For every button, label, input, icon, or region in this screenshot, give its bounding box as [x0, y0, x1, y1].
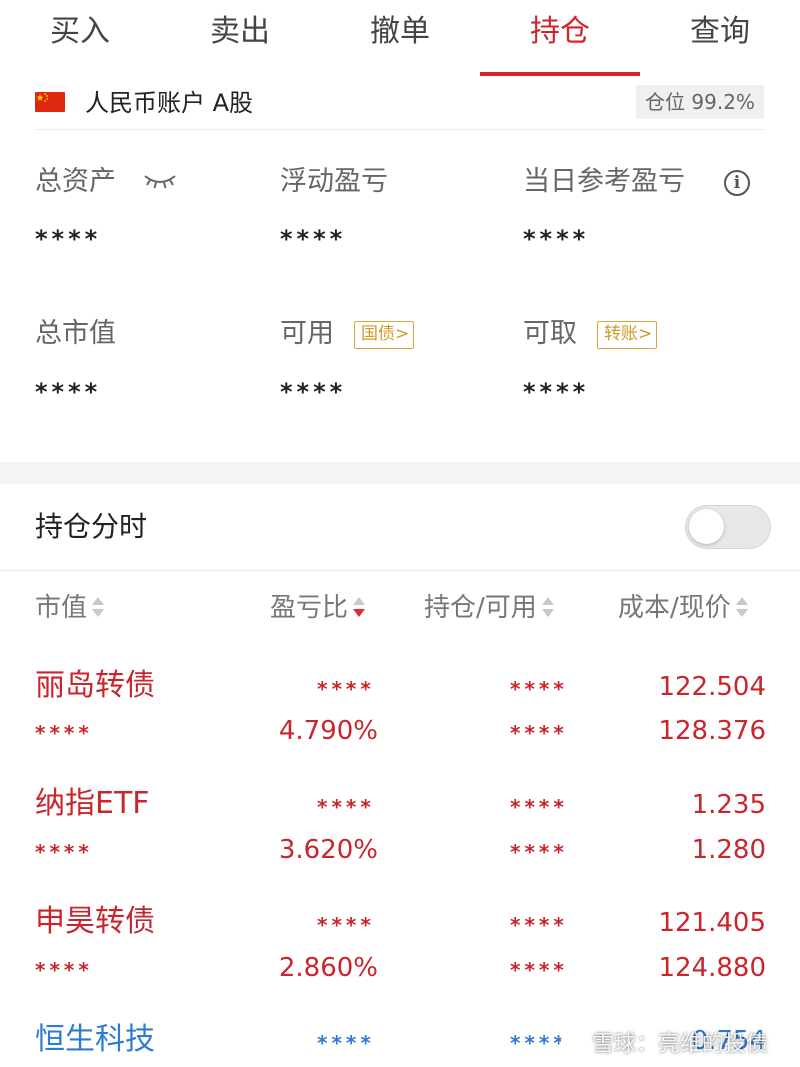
column-pnl-ratio[interactable]: 盈亏比	[270, 590, 366, 626]
watermark: 雪球：亮维的投债	[560, 1022, 768, 1062]
holding-cost: 122.504	[658, 672, 766, 702]
holding-pnl: ****	[317, 677, 375, 701]
holding-name: 纳指ETF	[35, 786, 150, 821]
treasury-bond-link[interactable]: 国债>	[354, 321, 415, 349]
holding-name: 丽岛转债	[35, 668, 155, 703]
market-value-value: ****	[35, 378, 102, 406]
transfer-link[interactable]: 转账>	[597, 321, 658, 349]
market-value-label: 总市值	[35, 318, 116, 349]
tab-buy[interactable]: 买入	[0, 0, 160, 76]
sort-icon	[735, 596, 749, 620]
account-selector[interactable]: 人民币账户 A股 仓位 99.2%	[0, 76, 800, 130]
tab-sell[interactable]: 卖出	[160, 0, 320, 76]
holding-pnl-ratio: 4.790%	[278, 716, 378, 746]
holding-position: ****	[510, 677, 568, 701]
china-flag-icon	[35, 92, 65, 112]
toggle-knob	[689, 509, 724, 544]
column-label: 成本/现价	[618, 593, 731, 623]
holding-pnl: ****	[317, 1031, 375, 1055]
section-separator	[0, 462, 800, 484]
available-label: 可用	[280, 318, 334, 349]
holding-position: ****	[510, 795, 568, 819]
holding-cost: 121.405	[658, 908, 766, 938]
holding-price: 124.880	[658, 953, 766, 983]
holding-cost: 1.235	[691, 790, 766, 820]
available-value: ****	[280, 378, 347, 406]
watermark-text: 雪球：亮维的投债	[592, 1032, 769, 1057]
total-assets-label: 总资产	[35, 166, 116, 197]
tab-cancel-order[interactable]: 撤单	[320, 0, 480, 76]
sort-desc-icon	[352, 596, 366, 620]
holding-name: 恒生科技	[35, 1022, 155, 1057]
holding-market-value: ****	[35, 958, 93, 982]
floating-pnl-value: ****	[280, 225, 347, 253]
holding-market-value: ****	[35, 721, 93, 745]
eye-closed-icon[interactable]	[142, 170, 178, 192]
holding-pnl: ****	[317, 795, 375, 819]
holding-available: ****	[510, 840, 568, 864]
column-position-available[interactable]: 持仓/可用	[424, 590, 555, 626]
column-market-value[interactable]: 市值	[35, 590, 105, 626]
divider	[35, 129, 765, 130]
column-label: 持仓/可用	[424, 593, 537, 623]
timeshare-toggle[interactable]	[685, 505, 771, 549]
holding-position: ****	[510, 913, 568, 937]
tab-query[interactable]: 查询	[640, 0, 800, 76]
column-label: 市值	[35, 593, 88, 623]
sort-icon	[541, 596, 555, 620]
tab-holdings[interactable]: 持仓	[480, 0, 640, 76]
column-cost-price[interactable]: 成本/现价	[618, 590, 749, 626]
holding-name: 申昊转债	[35, 904, 155, 939]
floating-pnl-label: 浮动盈亏	[280, 166, 388, 197]
holding-price: 1.280	[691, 835, 766, 865]
holding-available: ****	[510, 721, 568, 745]
withdrawable-label: 可取	[523, 318, 577, 349]
daily-pnl-label: 当日参考盈亏	[523, 166, 685, 197]
holding-pnl: ****	[317, 913, 375, 937]
column-label: 盈亏比	[270, 593, 349, 623]
position-ratio-badge: 仓位 99.2%	[636, 85, 764, 119]
divider	[0, 570, 800, 571]
account-name: 人民币账户 A股	[85, 89, 254, 117]
daily-pnl-value: ****	[523, 225, 590, 253]
holding-price: 128.376	[658, 716, 766, 746]
info-icon[interactable]: i	[724, 170, 750, 196]
withdrawable-value: ****	[523, 378, 590, 406]
holding-pnl-ratio: 2.860%	[278, 953, 378, 983]
total-assets-value: ****	[35, 225, 102, 253]
holding-market-value: ****	[35, 840, 93, 864]
holding-available: ****	[510, 958, 568, 982]
holding-pnl-ratio: 3.620%	[278, 835, 378, 865]
trade-tab-bar: 买入 卖出 撤单 持仓 查询	[0, 0, 800, 76]
snowball-logo-icon	[560, 1029, 586, 1055]
timeshare-label: 持仓分时	[35, 510, 148, 543]
sort-icon	[91, 596, 105, 620]
